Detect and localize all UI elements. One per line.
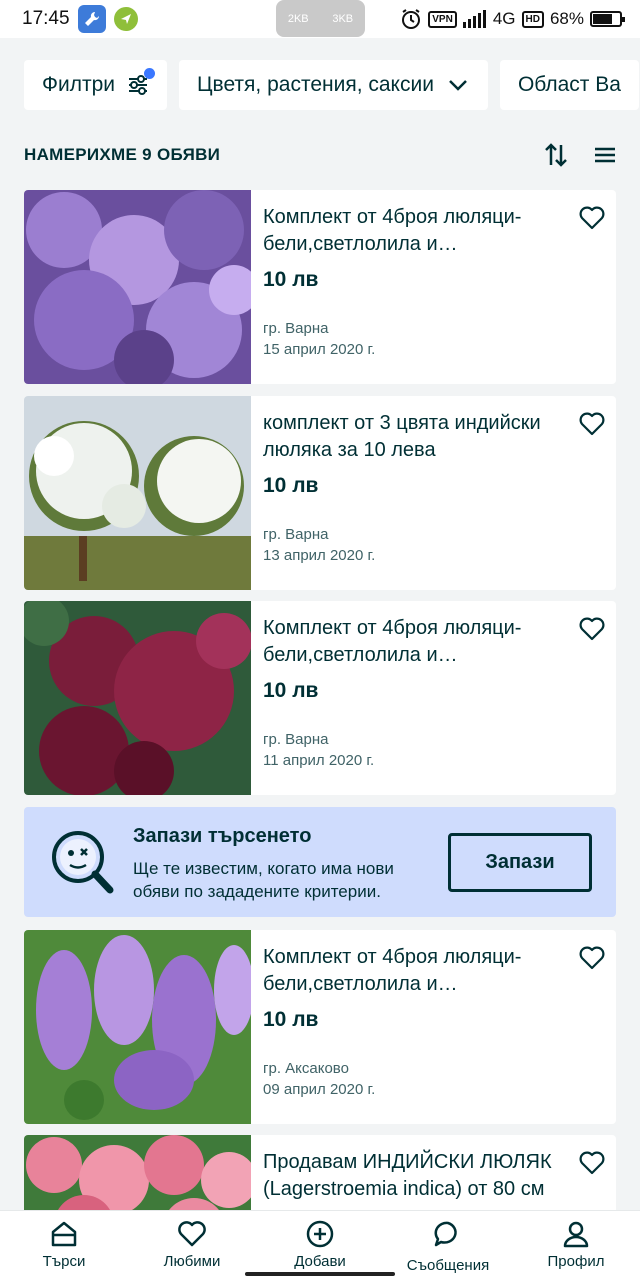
save-search-banner: Запази търсенето Ще те известим, когато … xyxy=(24,807,616,917)
listing-title[interactable]: Продавам ИНДИЙСКИ ЛЮЛЯК (Lagerstroemia i… xyxy=(263,1149,563,1203)
vpn-badge: VPN xyxy=(428,10,457,28)
home-indicator xyxy=(245,1272,395,1276)
listing-price: 10 лв xyxy=(263,679,319,702)
region-label: Област Ва xyxy=(517,73,621,96)
listing-card[interactable]: Комплект от 4броя люляци-бели,светлолила… xyxy=(24,930,616,1124)
save-search-text: Ще те известим, когато има нови обяви по… xyxy=(133,859,394,901)
listing-image xyxy=(24,190,251,384)
listing-title[interactable]: Комплект от 4броя люляци-бели,светлолила… xyxy=(263,204,563,258)
listing-location: гр. Варна xyxy=(263,731,329,748)
listing-date: 13 април 2020 г. xyxy=(263,547,376,564)
listing-price: 10 лв xyxy=(263,268,319,291)
wrench-app-icon xyxy=(77,5,106,33)
plus-circle-icon xyxy=(306,1220,334,1248)
listing-card[interactable]: Комплект от 4броя люляци-бели,светлолила… xyxy=(24,190,616,384)
listing-price: 10 лв xyxy=(263,474,319,497)
listing-image xyxy=(24,396,251,590)
listing-price: 10 лв xyxy=(263,1008,319,1031)
favorite-heart-icon[interactable] xyxy=(578,410,606,438)
alarm-icon xyxy=(402,9,421,29)
favorite-heart-icon[interactable] xyxy=(578,204,606,232)
chevron-down-icon xyxy=(446,73,470,97)
view-list-icon[interactable] xyxy=(594,146,616,164)
nav-app-icon xyxy=(113,7,138,31)
nav-messages-label: Съобщения xyxy=(406,1257,490,1274)
favorite-heart-icon[interactable] xyxy=(578,615,606,643)
filters-active-dot xyxy=(143,68,155,79)
favorite-heart-icon[interactable] xyxy=(578,1149,606,1177)
listing-date: 11 април 2020 г. xyxy=(263,752,375,769)
listing-title[interactable]: комплект от 3 цвята индийски люляка за 1… xyxy=(263,410,563,464)
battery-percent: 68% xyxy=(549,9,584,28)
results-header: НАМЕРИХМЕ 9 ОБЯВИ xyxy=(24,140,616,170)
network-type: 4G xyxy=(492,9,516,28)
battery-icon xyxy=(590,11,625,27)
save-search-button[interactable]: Запази xyxy=(448,833,592,892)
region-dropdown[interactable]: Област Ва xyxy=(499,60,639,110)
chat-icon xyxy=(434,1221,457,1247)
category-label: Цветя, растения, саксии xyxy=(196,73,434,96)
filters-button[interactable]: Филтри xyxy=(24,60,167,110)
listing-date: 09 април 2020 г. xyxy=(263,1081,376,1098)
listing-title[interactable]: Комплект от 4броя люляци-бели,светлолила… xyxy=(263,944,563,998)
listing-location: гр. Варна xyxy=(263,526,329,543)
filter-bar: Филтри Цветя, растения, саксии Област Ва xyxy=(24,60,640,110)
signal-icon xyxy=(462,10,486,28)
listing-image xyxy=(24,601,251,795)
nav-favorites[interactable]: Любими xyxy=(128,1211,256,1280)
listing-location: гр. Аксаково xyxy=(263,1060,349,1077)
listing-title[interactable]: Комплект от 4броя люляци-бели,светлолила… xyxy=(263,615,563,669)
nav-search[interactable]: Търси xyxy=(0,1211,128,1280)
category-dropdown[interactable]: Цветя, растения, саксии xyxy=(178,60,488,110)
listing-location: гр. Варна xyxy=(263,320,329,337)
bottom-navigation: Търси Любими Добави Съобщения Профил xyxy=(0,1210,640,1280)
nav-search-label: Търси xyxy=(42,1253,86,1270)
heart-icon xyxy=(178,1221,206,1247)
network-speed: 2KB 3KB xyxy=(276,0,365,37)
home-icon xyxy=(51,1221,77,1247)
nav-profile[interactable]: Профил xyxy=(512,1211,640,1280)
listing-card[interactable]: Комплект от 4броя люляци-бели,светлолила… xyxy=(24,601,616,795)
filters-label: Филтри xyxy=(42,73,115,96)
results-count: НАМЕРИХМЕ 9 ОБЯВИ xyxy=(24,145,221,164)
user-icon xyxy=(563,1221,589,1248)
listing-image xyxy=(24,930,251,1124)
listing-date: 15 април 2020 г. xyxy=(263,341,376,358)
status-bar: 17:45 2KB 3KB VPN 4G HD 68% xyxy=(0,0,640,38)
nav-messages[interactable]: Съобщения xyxy=(384,1211,512,1280)
nav-add-label: Добави xyxy=(294,1253,346,1270)
nav-favorites-label: Любими xyxy=(163,1253,221,1270)
hd-badge: HD xyxy=(521,10,544,28)
favorite-heart-icon[interactable] xyxy=(578,944,606,972)
search-face-icon xyxy=(52,831,114,894)
sort-icon[interactable] xyxy=(544,142,568,168)
status-time: 17:45 xyxy=(22,8,70,29)
nav-profile-label: Профил xyxy=(547,1253,605,1270)
save-search-title: Запази търсенето xyxy=(133,825,312,847)
nav-add[interactable]: Добави xyxy=(256,1211,384,1280)
listing-card[interactable]: комплект от 3 цвята индийски люляка за 1… xyxy=(24,396,616,590)
